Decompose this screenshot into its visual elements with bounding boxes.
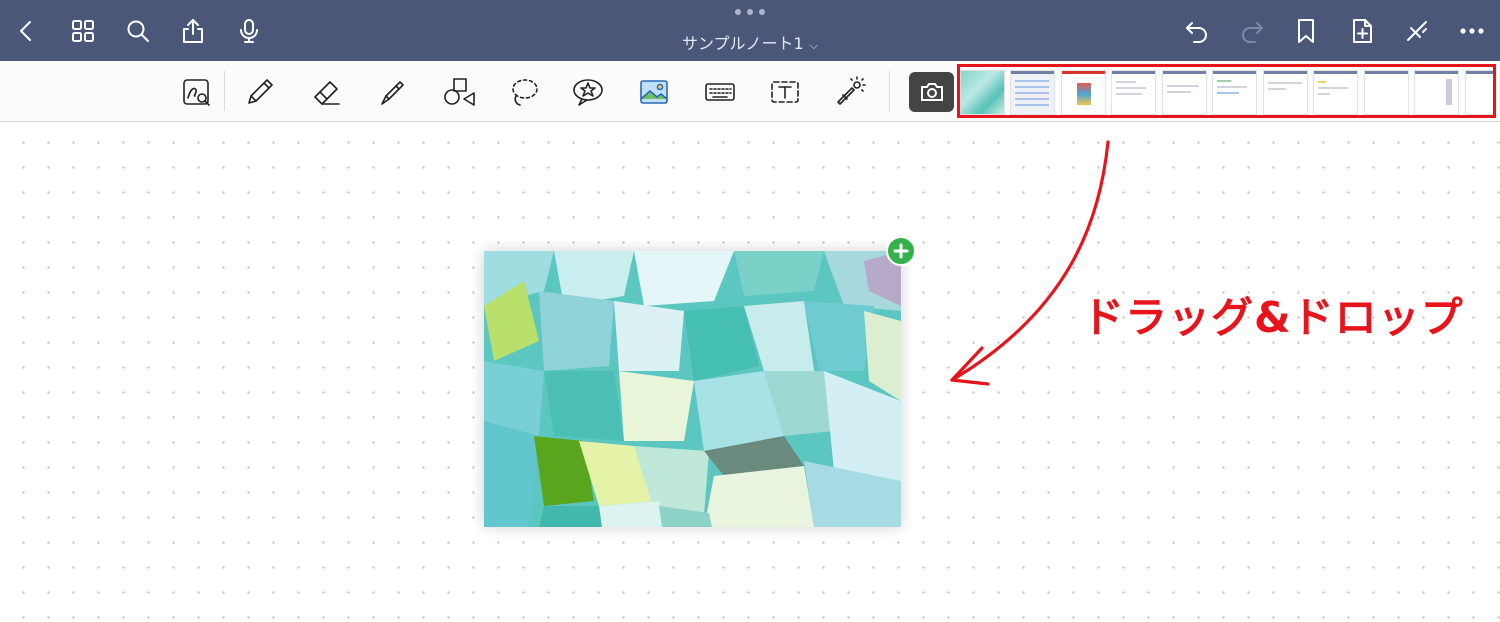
photo-thumbnail[interactable] [960,70,1005,115]
grid-icon[interactable] [66,14,100,48]
sticker-icon[interactable] [568,72,608,112]
toolbar-divider [224,71,225,111]
drawing-toolbar [0,61,1500,122]
plus-icon [893,243,909,259]
back-icon[interactable] [10,14,44,48]
photo-thumbnail[interactable] [1263,70,1308,115]
chevron-down-icon: ⌵ [809,39,819,52]
photo-thumbnail-strip[interactable] [957,64,1496,118]
undo-icon[interactable] [1180,14,1214,48]
document-title-text: サンプルノート1 [681,34,804,53]
photo-thumbnail[interactable] [1465,70,1493,115]
photo-thumbnail[interactable] [1364,70,1409,115]
drag-arrow-annotation [950,140,1110,386]
add-page-icon[interactable] [1345,14,1379,48]
laser-pointer-icon[interactable] [830,72,870,112]
camera-icon [920,83,943,101]
toolbar-divider [889,71,890,111]
more-icon[interactable] [1455,14,1489,48]
document-title[interactable]: サンプルノート1 ⌵ [600,30,900,54]
keyboard-icon[interactable] [700,72,740,112]
sea-glass-photo[interactable] [484,251,901,527]
photo-thumbnail[interactable] [1061,70,1106,115]
lasso-zoom-icon[interactable] [176,72,216,112]
window-grabber[interactable] [735,9,765,17]
photo-thumbnail[interactable] [1414,70,1459,115]
photo-thumbnail[interactable] [1010,70,1055,115]
photo-thumbnail[interactable] [1212,70,1257,115]
top-navigation-bar: サンプルノート1 ⌵ [0,0,1500,61]
bookmark-icon[interactable] [1289,14,1323,48]
text-box-icon[interactable] [765,72,805,112]
search-icon[interactable] [121,14,155,48]
highlighter-icon[interactable] [372,72,412,112]
image-icon[interactable] [634,72,674,112]
pen-icon[interactable] [240,72,280,112]
shapes-icon[interactable] [438,72,478,112]
close-drawing-icon[interactable] [1400,14,1434,48]
add-photo-button[interactable] [886,236,916,266]
microphone-icon[interactable] [232,14,266,48]
lasso-icon[interactable] [504,72,544,112]
share-icon[interactable] [176,14,210,48]
photo-thumbnail[interactable] [1162,70,1207,115]
camera-button[interactable] [909,72,954,112]
redo-icon[interactable] [1235,14,1269,48]
photo-thumbnail[interactable] [1313,70,1358,115]
eraser-icon[interactable] [307,72,347,112]
drag-and-drop-label: ドラッグ&ドロップ [1082,293,1464,342]
photo-thumbnail[interactable] [1111,70,1156,115]
